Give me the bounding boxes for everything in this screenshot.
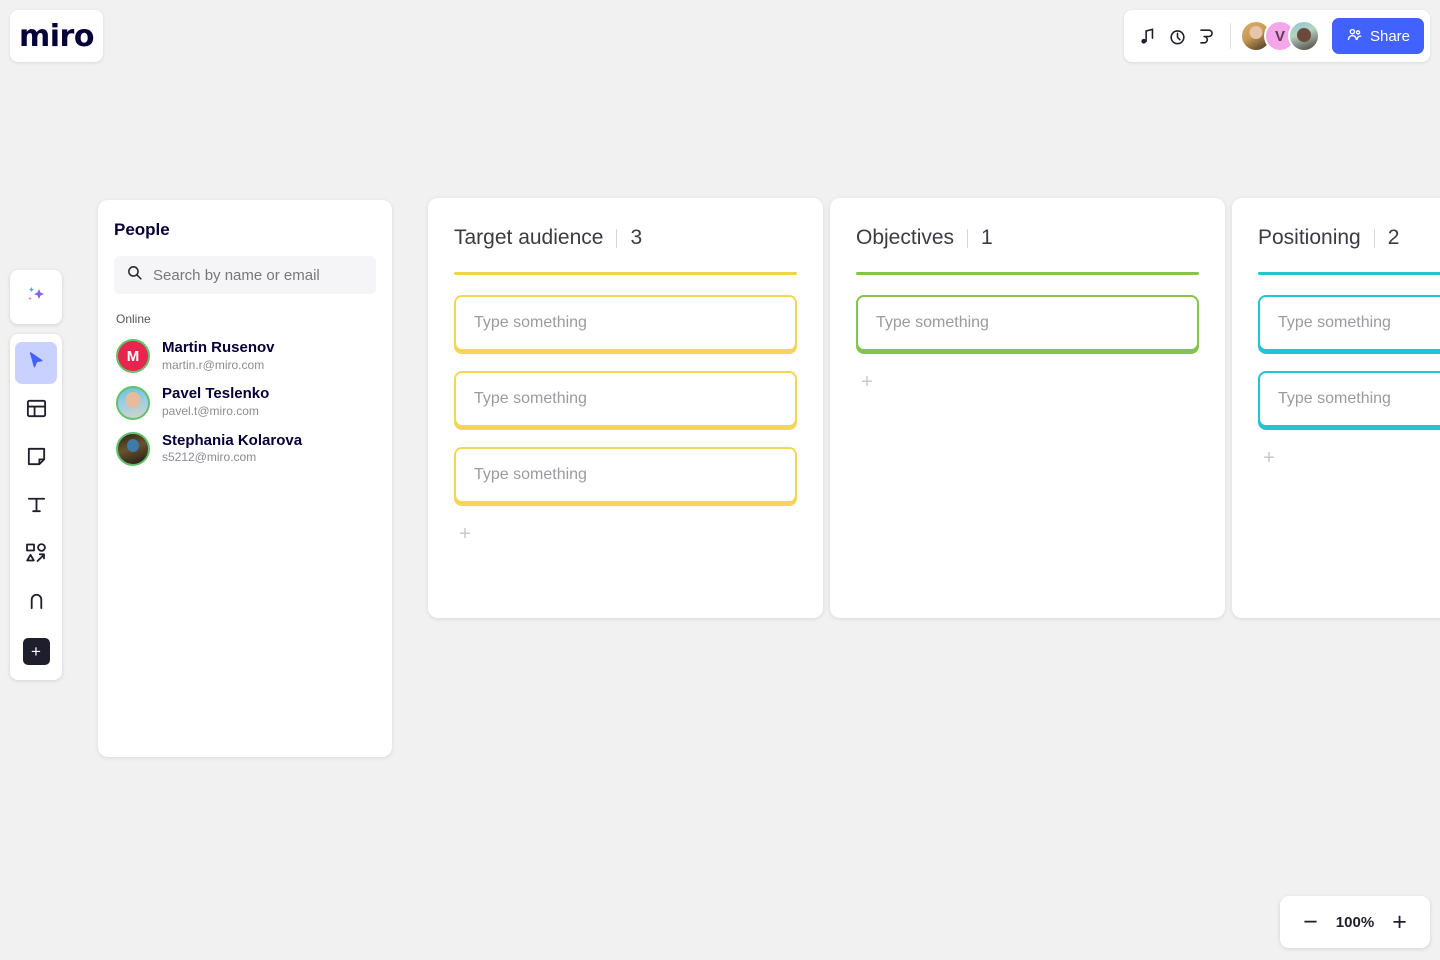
add-card-button[interactable]: + bbox=[856, 371, 878, 393]
ai-tool[interactable] bbox=[10, 270, 62, 324]
column-header: Target audience 3 bbox=[454, 226, 797, 250]
collaborator-avatar-3[interactable] bbox=[1287, 20, 1320, 52]
pen-icon bbox=[25, 589, 48, 617]
sticky-note-tool[interactable] bbox=[15, 438, 57, 480]
column-header-divider bbox=[1373, 228, 1375, 248]
people-search-box[interactable] bbox=[114, 256, 376, 294]
search-icon bbox=[126, 264, 143, 286]
miro-logo-text: miro bbox=[19, 18, 94, 54]
templates-tool[interactable] bbox=[15, 390, 57, 432]
column-count: 3 bbox=[630, 226, 643, 249]
column-count: 1 bbox=[981, 226, 993, 249]
main-toolbar: + bbox=[10, 334, 62, 680]
header-toolbar: V Share bbox=[1123, 10, 1430, 62]
avatar bbox=[116, 385, 150, 420]
card-input[interactable]: Type something bbox=[454, 295, 797, 351]
text-tool[interactable] bbox=[15, 486, 57, 528]
header-icon-group bbox=[1136, 23, 1230, 49]
card-input[interactable]: Type something bbox=[454, 371, 797, 427]
column-count: 2 bbox=[1387, 226, 1400, 249]
timer-icon[interactable] bbox=[1165, 23, 1191, 49]
search-input[interactable] bbox=[153, 266, 364, 284]
person-email: pavel.t@miro.com bbox=[162, 404, 259, 419]
column-accent-rule bbox=[856, 272, 1199, 275]
shapes-tool[interactable] bbox=[15, 534, 57, 576]
board-column-positioning: Positioning 2 Type something Type someth… bbox=[1232, 198, 1440, 618]
list-item[interactable]: Pavel Teslenko pavel.t@miro.com bbox=[114, 379, 376, 425]
column-title: Target audience bbox=[454, 226, 604, 249]
sparkles-icon bbox=[23, 282, 49, 313]
share-button[interactable]: Share bbox=[1331, 18, 1424, 54]
column-header-divider bbox=[967, 228, 969, 248]
people-panel: People Online M Martin Rusenov martin.r@… bbox=[98, 200, 392, 757]
zoom-control: − 100% + bbox=[1280, 896, 1430, 948]
person-name: Stephania Kolarova bbox=[162, 431, 303, 449]
header-divider bbox=[1229, 23, 1231, 49]
comment-icon[interactable] bbox=[1194, 23, 1220, 49]
add-card-button[interactable]: + bbox=[1258, 447, 1280, 469]
add-card-button[interactable]: + bbox=[454, 523, 476, 545]
card-input[interactable]: Type something bbox=[1258, 371, 1440, 427]
list-item[interactable]: Stephania Kolarova s5212@miro.com bbox=[114, 426, 376, 472]
zoom-out-button[interactable]: − bbox=[1303, 909, 1318, 935]
more-apps-tool[interactable]: + bbox=[15, 630, 57, 672]
column-title: Objectives bbox=[856, 226, 955, 249]
card-input[interactable]: Type something bbox=[1258, 295, 1440, 351]
text-icon bbox=[25, 493, 48, 521]
zoom-level-label: 100% bbox=[1335, 913, 1375, 931]
person-name: Martin Rusenov bbox=[162, 339, 275, 356]
people-panel-title: People bbox=[114, 220, 170, 239]
pen-tool[interactable] bbox=[15, 582, 57, 624]
templates-icon bbox=[25, 397, 48, 425]
online-section-label: Online bbox=[116, 312, 151, 326]
plus-icon: + bbox=[22, 637, 50, 665]
board-column-objectives: Objectives 1 Type something + bbox=[830, 198, 1225, 618]
column-title: Positioning bbox=[1258, 226, 1361, 249]
share-button-label: Share bbox=[1369, 27, 1410, 45]
sticky-note-icon bbox=[25, 445, 48, 473]
board-column-target-audience: Target audience 3 Type something Type so… bbox=[428, 198, 823, 618]
list-item[interactable]: M Martin Rusenov martin.r@miro.com bbox=[114, 333, 376, 379]
people-share-icon bbox=[1346, 26, 1363, 47]
person-name: Pavel Teslenko bbox=[162, 385, 270, 403]
shapes-icon bbox=[24, 541, 48, 570]
cursor-icon bbox=[25, 350, 47, 377]
person-email: martin.r@miro.com bbox=[162, 357, 265, 372]
collaborator-avatars[interactable]: V bbox=[1239, 20, 1320, 52]
card-input[interactable]: Type something bbox=[856, 295, 1199, 351]
column-header-divider bbox=[616, 228, 618, 248]
miro-logo-button[interactable]: miro bbox=[10, 10, 103, 62]
music-note-icon[interactable] bbox=[1136, 23, 1162, 49]
avatar bbox=[116, 431, 150, 466]
column-header: Positioning 2 bbox=[1258, 226, 1440, 250]
avatar: M bbox=[116, 339, 150, 374]
column-header: Objectives 1 bbox=[856, 226, 1199, 250]
card-input[interactable]: Type something bbox=[454, 447, 797, 503]
column-accent-rule bbox=[454, 272, 797, 275]
zoom-in-button[interactable]: + bbox=[1392, 909, 1407, 935]
select-tool[interactable] bbox=[15, 342, 57, 384]
column-accent-rule bbox=[1258, 272, 1440, 275]
person-email: s5212@miro.com bbox=[162, 450, 257, 465]
